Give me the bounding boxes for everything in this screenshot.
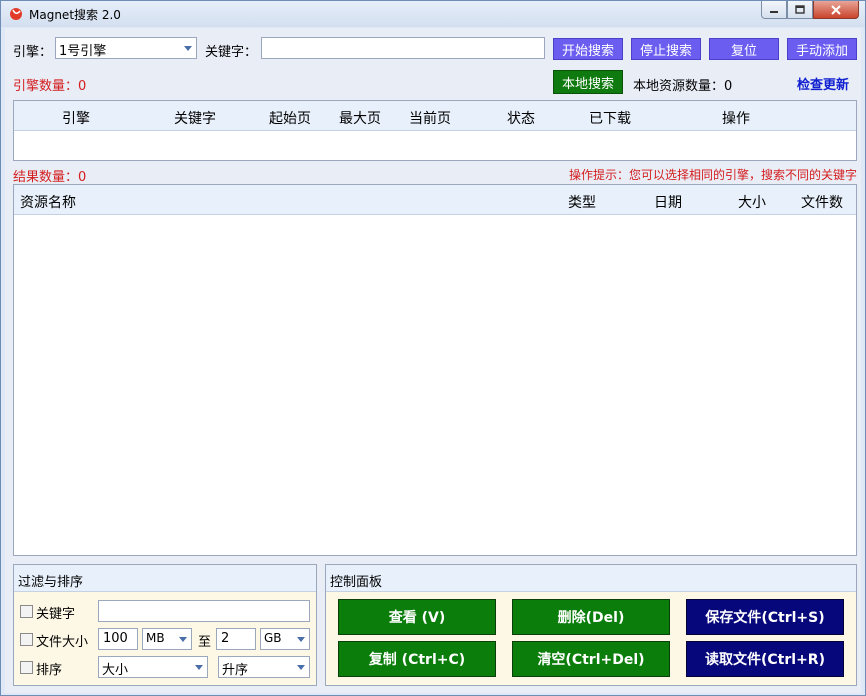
sort-order-value: 升序 (222, 663, 249, 678)
filter-panel-title: 过滤与排序 (18, 575, 84, 590)
keyword-filter-input[interactable] (98, 600, 310, 622)
chevron-down-icon (184, 46, 192, 51)
engine-grid[interactable]: 引擎 关键字 起始页 最大页 当前页 状态 已下载 操作 (13, 100, 857, 161)
app-window: Magnet搜索 2.0 引擎： 1号引擎 关键字： 开始搜索 停止搜索 复位 … (0, 0, 866, 696)
filter-panel: 过滤与排序 关键字 文件大小 100 MB 至 2 GB 排序 大小 升序 (13, 564, 317, 686)
close-icon (831, 4, 841, 15)
size-filter-label: 文件大小 (36, 635, 89, 650)
chevron-down-icon (179, 637, 187, 642)
control-panel-header: 控制面板 (326, 565, 856, 592)
start-search-button[interactable]: 开始搜索 (553, 38, 623, 60)
sort-label: 排序 (36, 663, 63, 678)
save-file-button[interactable]: 保存文件(Ctrl+S) (686, 599, 844, 635)
engine-label: 引擎： (13, 45, 53, 60)
maximize-button[interactable] (787, 1, 813, 19)
operation-tip: 操作提示：您可以选择相同的引擎，搜索不同的关键字 (568, 168, 857, 182)
sort-checkbox[interactable] (20, 661, 33, 674)
copy-button[interactable]: 复制 (Ctrl+C) (338, 641, 496, 677)
size-min-unit-select[interactable]: MB (142, 628, 192, 650)
chevron-down-icon (297, 665, 305, 670)
maximize-icon (795, 5, 805, 14)
engine-select[interactable]: 1号引擎 (55, 37, 197, 59)
engine-select-value: 1号引擎 (59, 44, 107, 59)
col-engine[interactable]: 引擎 (62, 108, 90, 128)
control-panel: 控制面板 查看 (V) 删除(Del) 保存文件(Ctrl+S) 复制 (Ctr… (325, 564, 857, 686)
col-size[interactable]: 大小 (738, 192, 766, 212)
keyword-label: 关键字： (205, 45, 258, 60)
magnet-app-icon (10, 8, 22, 20)
col-action[interactable]: 操作 (722, 108, 750, 128)
control-panel-title: 控制面板 (330, 575, 383, 590)
size-max-input[interactable]: 2 (216, 628, 256, 650)
col-keyword[interactable]: 关键字 (174, 108, 216, 128)
result-grid-header: 资源名称 类型 日期 大小 文件数 (14, 185, 856, 215)
filter-panel-header: 过滤与排序 (14, 565, 316, 592)
load-file-button[interactable]: 读取文件(Ctrl+R) (686, 641, 844, 677)
chevron-down-icon (297, 637, 305, 642)
stop-search-button[interactable]: 停止搜索 (631, 38, 701, 60)
col-status[interactable]: 状态 (507, 108, 535, 128)
size-filter-checkbox[interactable] (20, 633, 33, 646)
window-title: Magnet搜索 2.0 (29, 8, 121, 22)
col-date[interactable]: 日期 (654, 192, 682, 212)
reset-button[interactable]: 复位 (709, 38, 779, 60)
minimize-icon (770, 10, 778, 13)
local-resource-count: 本地资源数量：0 (633, 79, 733, 94)
size-min-unit-value: MB (146, 631, 165, 645)
size-max-unit-value: GB (264, 631, 282, 645)
sort-order-select[interactable]: 升序 (218, 656, 310, 678)
keyword-filter-checkbox[interactable] (20, 605, 33, 618)
client-area: 引擎： 1号引擎 关键字： 开始搜索 停止搜索 复位 手动添加 引擎数量：0 本… (5, 28, 861, 693)
local-search-button[interactable]: 本地搜索 (553, 70, 623, 94)
col-type[interactable]: 类型 (568, 192, 596, 212)
col-downloaded[interactable]: 已下载 (589, 108, 631, 128)
title-bar[interactable]: Magnet搜索 2.0 (1, 1, 865, 27)
manual-add-button[interactable]: 手动添加 (787, 38, 857, 60)
col-start-page[interactable]: 起始页 (269, 108, 311, 128)
engine-count: 引擎数量：0 (13, 79, 87, 94)
col-file-count[interactable]: 文件数 (801, 192, 843, 212)
chevron-down-icon (195, 665, 203, 670)
clear-button[interactable]: 清空(Ctrl+Del) (512, 641, 670, 677)
sort-field-select[interactable]: 大小 (98, 656, 208, 678)
check-update-link[interactable]: 检查更新 (797, 74, 849, 93)
col-current-page[interactable]: 当前页 (409, 108, 451, 128)
keyword-input[interactable] (261, 37, 545, 59)
engine-grid-header: 引擎 关键字 起始页 最大页 当前页 状态 已下载 操作 (14, 101, 856, 131)
col-max-page[interactable]: 最大页 (339, 108, 381, 128)
size-max-unit-select[interactable]: GB (260, 628, 310, 650)
minimize-button[interactable] (761, 1, 787, 19)
close-button[interactable] (813, 1, 859, 19)
to-label: 至 (198, 635, 212, 650)
col-resource-name[interactable]: 资源名称 (20, 192, 76, 212)
keyword-filter-label: 关键字 (36, 607, 76, 622)
delete-button[interactable]: 删除(Del) (512, 599, 670, 635)
size-min-input[interactable]: 100 (98, 628, 138, 650)
view-button[interactable]: 查看 (V) (338, 599, 496, 635)
sort-field-value: 大小 (102, 663, 129, 678)
result-grid[interactable]: 资源名称 类型 日期 大小 文件数 (13, 184, 857, 556)
result-count: 结果数量：0 (13, 170, 87, 185)
